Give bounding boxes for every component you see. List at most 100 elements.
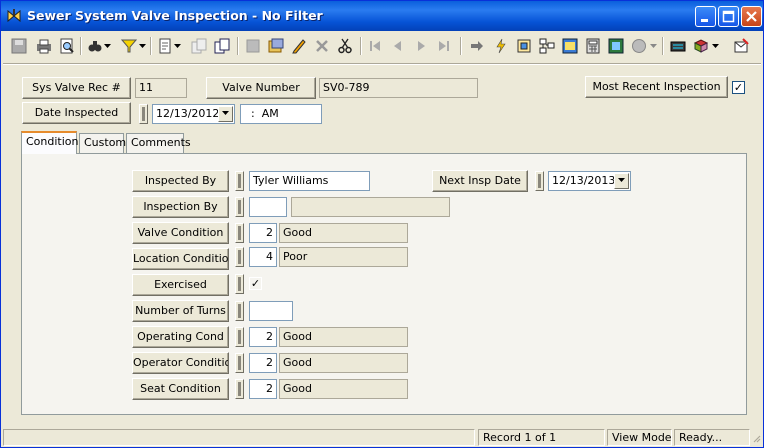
first-record-button[interactable]	[365, 36, 385, 56]
inspected-by-field[interactable]: Tyler Williams	[249, 171, 370, 191]
map-button[interactable]	[606, 36, 626, 56]
close-button[interactable]	[741, 6, 762, 27]
chevron-down-icon	[618, 178, 625, 182]
report-button[interactable]	[560, 36, 580, 56]
operating-cond-code-field[interactable]: 2	[249, 327, 277, 347]
seat-condition-code-field[interactable]: 2	[249, 379, 277, 399]
goto-button[interactable]	[467, 36, 487, 56]
save-button[interactable]	[9, 36, 29, 56]
edit-icon	[268, 38, 284, 53]
save-icon	[11, 38, 27, 54]
next-record-button[interactable]	[411, 36, 431, 56]
edit-button[interactable]	[266, 36, 286, 56]
copy-record-button[interactable]	[189, 36, 209, 56]
date-inspected-value: 12/13/2012	[156, 107, 220, 120]
exit-button[interactable]	[731, 36, 751, 56]
delete-button[interactable]	[243, 36, 263, 56]
next-insp-date-label[interactable]: Next Insp Date	[432, 170, 528, 192]
valve-number-label[interactable]: Valve Number	[206, 77, 316, 99]
filter-button[interactable]	[119, 36, 139, 56]
maximize-button[interactable]	[718, 6, 739, 27]
tab-condition[interactable]: Condition	[21, 131, 79, 154]
sys-valve-rec-field: 11	[135, 78, 187, 98]
print-button[interactable]	[34, 36, 54, 56]
globe-button[interactable]	[629, 36, 649, 56]
filter-icon	[121, 39, 137, 53]
tree-icon	[517, 39, 531, 53]
date-inspected-label[interactable]: Date Inspected	[22, 102, 131, 124]
link-icon	[496, 38, 506, 54]
time-inspected-field[interactable]: : AM	[240, 104, 322, 124]
window-title: Sewer System Valve Inspection - No Filte…	[27, 8, 323, 23]
valve-condition-code-field[interactable]: 2	[249, 223, 277, 243]
toolbar-divider	[3, 63, 761, 65]
toolbar-separator	[360, 37, 362, 55]
number-of-turns-label[interactable]: Number of Turns	[132, 300, 229, 322]
title-bar[interactable]: Sewer System Valve Inspection - No Filte…	[1, 1, 763, 31]
previous-record-button[interactable]	[388, 36, 408, 56]
most-recent-inspection-checkbox[interactable]: ✓	[732, 81, 745, 94]
calculator-button[interactable]	[583, 36, 603, 56]
toolbar	[5, 33, 759, 61]
find-button[interactable]	[85, 36, 105, 56]
field-grip-icon	[235, 353, 244, 373]
tab-comments[interactable]: Comments	[126, 133, 191, 153]
location-condition-code-field[interactable]: 4	[249, 247, 277, 267]
operator-condition-code-field[interactable]: 2	[249, 353, 277, 373]
filter-dropdown[interactable]	[138, 36, 146, 56]
location-condition-desc-field: Poor	[279, 247, 408, 267]
new-record-dropdown[interactable]	[173, 36, 181, 56]
minimize-button[interactable]	[695, 6, 716, 27]
toolbar-separator	[237, 37, 239, 55]
field-grip-icon	[235, 301, 244, 321]
find-dropdown[interactable]	[103, 36, 111, 56]
tab-custom[interactable]: Custom	[79, 133, 126, 153]
number-of-turns-field[interactable]	[249, 301, 293, 321]
keyboard-button[interactable]	[668, 36, 688, 56]
last-record-button[interactable]	[434, 36, 454, 56]
map-icon	[608, 38, 624, 54]
date-inspected-combo[interactable]: 12/13/2012	[152, 104, 235, 124]
location-condition-label[interactable]: Location Condition	[132, 248, 229, 270]
operating-cond-label[interactable]: Operating Cond	[132, 326, 229, 348]
new-record-button[interactable]	[155, 36, 175, 56]
sys-valve-rec-label[interactable]: Sys Valve Rec #	[22, 77, 131, 99]
hierarchy-button[interactable]	[537, 36, 557, 56]
globe-icon	[632, 39, 646, 53]
book-dropdown[interactable]	[711, 36, 719, 56]
status-mode: View Mode	[607, 429, 672, 446]
next-insp-date-value: 12/13/2013	[552, 174, 616, 187]
chevron-down-icon	[711, 43, 719, 48]
operator-condition-label[interactable]: Operator Condition	[132, 352, 229, 374]
book-button[interactable]	[691, 36, 711, 56]
most-recent-inspection-button[interactable]: Most Recent Inspection	[585, 76, 728, 98]
print-preview-icon	[60, 38, 74, 54]
toolbar-separator	[460, 37, 462, 55]
next-insp-date-combo[interactable]: 12/13/2013	[548, 171, 631, 191]
inspection-by-label[interactable]: Inspection By	[132, 196, 229, 218]
exercised-checkbox[interactable]: ✓	[249, 277, 262, 290]
exercised-label[interactable]: Exercised	[132, 274, 229, 296]
maximize-icon	[722, 10, 735, 23]
print-icon	[37, 39, 51, 54]
pencil-icon	[292, 39, 306, 54]
inspection-by-code-field[interactable]	[249, 197, 287, 217]
link-button[interactable]	[491, 36, 511, 56]
duplicate-icon	[214, 38, 230, 54]
inspected-by-label[interactable]: Inspected By	[132, 170, 229, 192]
field-grip-icon	[235, 379, 244, 399]
duplicate-button[interactable]	[212, 36, 232, 56]
cut-button[interactable]	[335, 36, 355, 56]
print-preview-button[interactable]	[57, 36, 77, 56]
tree-button[interactable]	[514, 36, 534, 56]
pencil-button[interactable]	[289, 36, 309, 56]
globe-dropdown[interactable]	[649, 36, 657, 56]
seat-condition-label[interactable]: Seat Condition	[132, 378, 229, 400]
date-dropdown-arrow[interactable]	[218, 106, 233, 122]
toolbar-separator	[662, 37, 664, 55]
valve-condition-label[interactable]: Valve Condition	[132, 222, 229, 244]
next-insp-dropdown-arrow[interactable]	[614, 173, 629, 189]
resize-grip-icon[interactable]	[751, 433, 761, 445]
condition-panel	[21, 153, 747, 415]
cancel-button[interactable]	[312, 36, 332, 56]
